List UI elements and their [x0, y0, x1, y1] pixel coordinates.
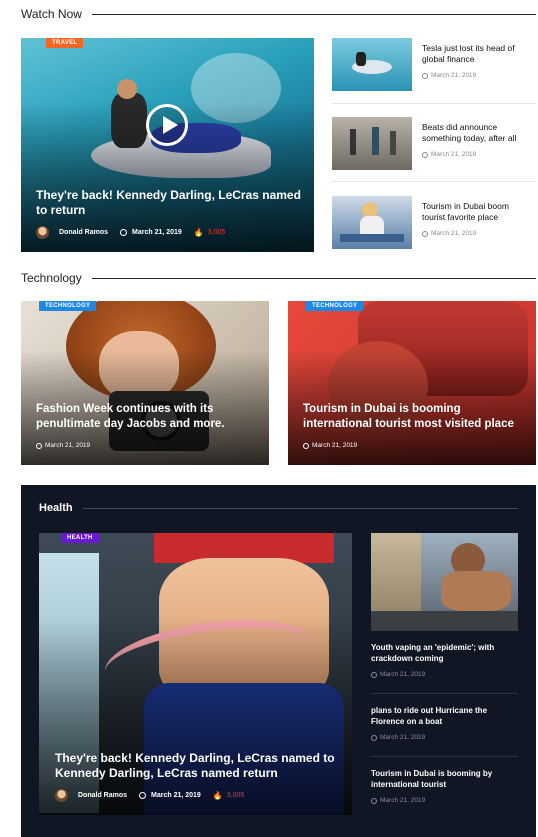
technology-heading: Technology	[21, 271, 82, 285]
card-title[interactable]: Fashion Week continues with its penultim…	[36, 402, 261, 432]
image-overlay	[39, 617, 352, 815]
side-item-date: March 21, 2019	[422, 230, 476, 237]
fire-icon: 🔥	[193, 228, 204, 237]
divider	[332, 103, 536, 104]
clock-icon	[303, 442, 309, 449]
technology-card-2[interactable]: TECHNOLOGY Tourism in Dubai is booming i…	[288, 301, 536, 465]
clock-icon	[371, 734, 377, 741]
side-thumb-2[interactable]	[332, 117, 412, 170]
health-heading: Health	[39, 502, 73, 514]
category-badge[interactable]: TECHNOLOGY	[306, 301, 364, 311]
header-divider	[91, 13, 536, 15]
health-side-title[interactable]: Tourism in Dubai is booming by internati…	[371, 768, 521, 790]
featured-title[interactable]: They're back! Kennedy Darling, LeCras na…	[36, 188, 301, 218]
divider	[371, 756, 518, 757]
clock-icon	[371, 797, 377, 804]
side-thumb-1[interactable]	[332, 38, 412, 91]
clock-icon	[36, 442, 42, 449]
side-item-date: March 21, 2019	[422, 151, 476, 158]
featured-meta: Donald Ramos March 21, 2019 🔥 3,005	[36, 226, 225, 239]
health-side-title[interactable]: Youth vaping an 'epidemic'; with crackdo…	[371, 642, 521, 664]
play-button-icon[interactable]	[146, 104, 188, 146]
divider	[332, 181, 536, 182]
health-featured-card[interactable]: HEALTH They're back! Kennedy Darling, Le…	[39, 533, 352, 815]
fire-icon: 🔥	[212, 791, 223, 800]
clock-icon	[422, 72, 428, 79]
page: Watch Now TRAVEL They're back! Kennedy D…	[0, 0, 538, 837]
clock-icon	[371, 671, 377, 678]
category-badge[interactable]: TECHNOLOGY	[39, 301, 97, 311]
clock-icon	[422, 151, 428, 158]
health-header: Health	[39, 502, 518, 514]
technology-card-1[interactable]: TECHNOLOGY Fashion Week continues with i…	[21, 301, 269, 465]
watch-now-heading: Watch Now	[21, 7, 82, 21]
health-side-date: March 21, 2019	[371, 797, 425, 804]
view-count: 3,005	[207, 229, 226, 236]
post-date: March 21, 2019	[151, 792, 201, 799]
featured-meta: Donald Ramos March 21, 2019 🔥 3,005	[55, 789, 244, 802]
author-avatar[interactable]	[55, 789, 68, 802]
watch-now-featured-card[interactable]: TRAVEL They're back! Kennedy Darling, Le…	[21, 38, 314, 252]
divider	[371, 693, 518, 694]
side-thumb-3[interactable]	[332, 196, 412, 249]
author-name[interactable]: Donald Ramos	[59, 229, 108, 236]
health-side-date: March 21, 2019	[371, 734, 425, 741]
card-date: March 21, 2019	[36, 442, 90, 449]
side-item-title[interactable]: Tourism in Dubai boom tourist favorite p…	[422, 201, 534, 223]
card-date: March 21, 2019	[303, 442, 357, 449]
post-date: March 21, 2019	[132, 229, 182, 236]
technology-header: Technology	[21, 270, 536, 286]
health-section: Health HEALTH They're back! Kennedy Darl…	[21, 485, 536, 837]
health-side-title[interactable]: plans to ride out Hurricane the Florence…	[371, 705, 521, 727]
category-badge[interactable]: TRAVEL	[46, 38, 84, 48]
header-divider	[82, 507, 518, 509]
clock-icon	[422, 230, 428, 237]
header-divider	[91, 277, 536, 279]
author-avatar[interactable]	[36, 226, 49, 239]
clock-icon	[139, 792, 147, 799]
featured-title[interactable]: They're back! Kennedy Darling, LeCras na…	[55, 751, 340, 781]
side-item-title[interactable]: Beats did announce something today, afte…	[422, 122, 534, 144]
category-badge[interactable]: HEALTH	[61, 533, 99, 543]
health-side-date: March 21, 2019	[371, 671, 425, 678]
watch-now-header: Watch Now	[21, 6, 536, 22]
clock-icon	[120, 229, 128, 236]
author-name[interactable]: Donald Ramos	[78, 792, 127, 799]
card-title[interactable]: Tourism in Dubai is booming internationa…	[303, 402, 528, 432]
health-side-thumb[interactable]	[371, 533, 518, 631]
view-count: 3,005	[226, 792, 245, 799]
side-item-date: March 21, 2019	[422, 72, 476, 79]
side-item-title[interactable]: Tesla just lost its head of global finan…	[422, 43, 534, 65]
